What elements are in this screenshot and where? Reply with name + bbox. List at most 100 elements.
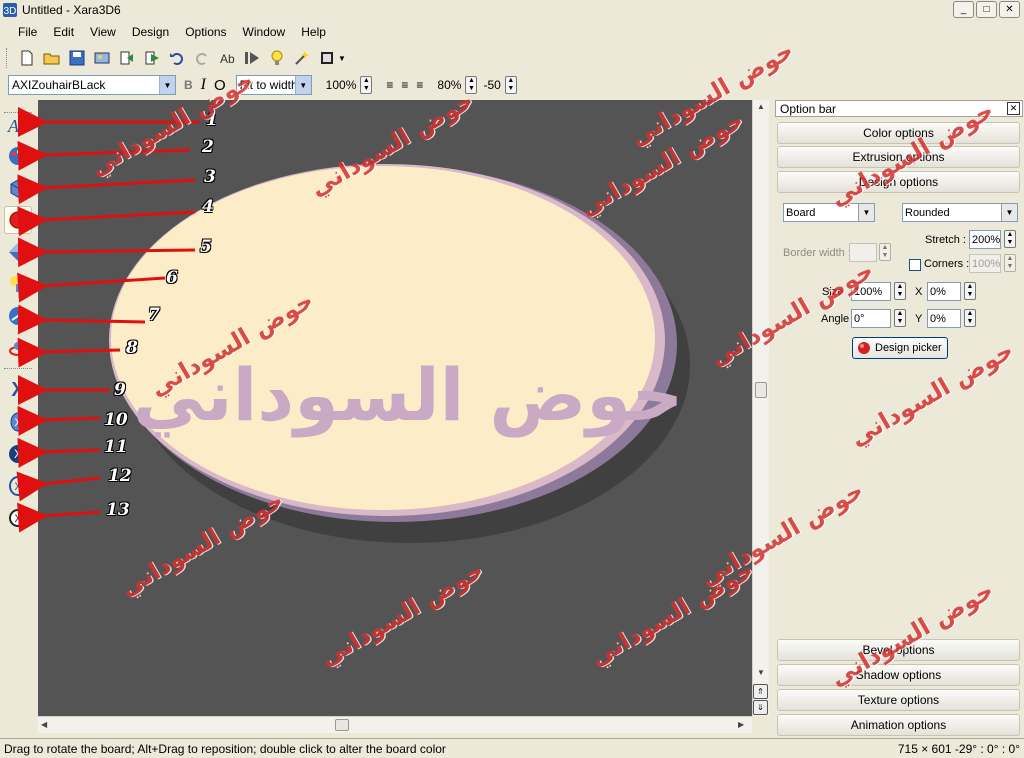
toolbar-grip[interactable] bbox=[6, 48, 9, 68]
menu-view[interactable]: View bbox=[82, 25, 124, 39]
corners-spinner[interactable]: ▲ ▼ bbox=[1004, 254, 1016, 272]
arrow-3 bbox=[17, 174, 196, 205]
angle-input[interactable]: 0° bbox=[851, 309, 891, 328]
minimize-button[interactable]: _ bbox=[953, 1, 974, 18]
magic-wand-button[interactable] bbox=[290, 47, 314, 69]
size-spinner[interactable]: ▲ ▼ bbox=[894, 282, 906, 300]
tab-color-options[interactable]: Color options bbox=[777, 122, 1020, 144]
horizontal-scroll-thumb[interactable] bbox=[335, 719, 349, 731]
option-bar-close-icon[interactable]: ✕ bbox=[1007, 102, 1020, 115]
border-width-spinner[interactable]: ▲ ▼ bbox=[879, 243, 891, 261]
tab-shadow-options[interactable]: Shadow options bbox=[777, 664, 1020, 686]
arrow-4 bbox=[17, 206, 196, 237]
title-bar: 3D Untitled - Xara3D6 _ □ ✕ bbox=[0, 0, 1024, 19]
status-bar: Drag to rotate the board; Alt+Drag to re… bbox=[0, 738, 1024, 758]
board-type-select[interactable]: Board ▼ bbox=[783, 203, 875, 222]
annotation-8: 8 bbox=[126, 338, 138, 358]
menu-file[interactable]: File bbox=[10, 25, 45, 39]
scroll-right-icon[interactable]: ▶ bbox=[738, 720, 744, 729]
outline-icon[interactable]: O bbox=[214, 77, 226, 94]
corner-type-value: Rounded bbox=[905, 206, 950, 219]
main-toolbar: Ab ▼ bbox=[0, 45, 1024, 71]
import-icon bbox=[120, 51, 133, 65]
tab-bevel-options[interactable]: Bevel options bbox=[777, 639, 1020, 661]
size-input[interactable]: 100% bbox=[851, 282, 891, 301]
horizontal-scrollbar[interactable]: ◀ ▶ bbox=[38, 716, 752, 733]
tab-animation-options[interactable]: Animation options bbox=[777, 714, 1020, 736]
import-button[interactable] bbox=[115, 47, 139, 69]
play-animation-button[interactable] bbox=[240, 47, 264, 69]
menu-window[interactable]: Window bbox=[235, 25, 294, 39]
save-button[interactable] bbox=[65, 47, 89, 69]
frame-icon bbox=[321, 52, 333, 64]
frame-dropdown-arrow[interactable]: ▼ bbox=[338, 54, 346, 63]
vertical-scrollbar[interactable]: ▲ ▼ bbox=[752, 100, 769, 716]
annotation-5: 5 bbox=[200, 237, 212, 257]
border-width-label: Border width : bbox=[783, 247, 851, 259]
menu-edit[interactable]: Edit bbox=[45, 25, 82, 39]
lightbulb-button[interactable] bbox=[265, 47, 289, 69]
zoom-spinner[interactable]: ▲ ▼ bbox=[360, 76, 373, 94]
close-button[interactable]: ✕ bbox=[999, 1, 1020, 18]
window-title: Untitled - Xara3D6 bbox=[22, 2, 121, 17]
fit-mode-select[interactable]: Fit to width ▼ bbox=[235, 75, 312, 95]
undo-button[interactable] bbox=[165, 47, 189, 69]
status-coordinates: 715 × 601 -29° : 0° : 0° bbox=[897, 741, 1020, 756]
design-picker-label: Design picker bbox=[875, 342, 942, 354]
y-label: Y bbox=[915, 313, 923, 325]
y-input[interactable]: 0% bbox=[927, 309, 961, 328]
border-width-input[interactable] bbox=[849, 243, 877, 262]
design-picker-button[interactable]: Design picker bbox=[852, 337, 948, 359]
x-label: X bbox=[915, 286, 923, 298]
export-animation-button[interactable] bbox=[140, 47, 164, 69]
scroll-up-icon[interactable]: ▲ bbox=[757, 102, 765, 111]
align-center-icon[interactable]: ≡ bbox=[401, 78, 408, 92]
y-spinner[interactable]: ▲ ▼ bbox=[964, 309, 976, 327]
redo-button[interactable] bbox=[190, 47, 214, 69]
annotation-3: 3 bbox=[204, 167, 216, 187]
x-spinner[interactable]: ▲ ▼ bbox=[964, 282, 976, 300]
annotation-9: 9 bbox=[114, 380, 126, 400]
char-spacing-spinner[interactable]: ▲ ▼ bbox=[504, 76, 517, 94]
rotate-button[interactable]: Ab bbox=[215, 47, 239, 69]
next-page-button[interactable]: ⇓ bbox=[753, 700, 768, 715]
arrow-12 bbox=[16, 471, 101, 502]
vertical-scroll-thumb[interactable] bbox=[755, 382, 767, 398]
corner-type-select[interactable]: Rounded ▼ bbox=[902, 203, 1018, 222]
font-select[interactable]: AXIZouhairBLack ▼ bbox=[8, 75, 176, 95]
rotate-icon: Ab bbox=[220, 52, 235, 66]
maximize-button[interactable]: □ bbox=[976, 1, 997, 18]
arrow-2 bbox=[17, 140, 191, 171]
chevron-down-icon: ▼ bbox=[159, 76, 175, 94]
italic-icon[interactable]: I bbox=[201, 76, 206, 94]
stretch-input[interactable]: 200% bbox=[969, 230, 1001, 249]
open-file-button[interactable] bbox=[40, 47, 64, 69]
tab-design-options[interactable]: Design options bbox=[777, 171, 1020, 193]
scroll-down-icon[interactable]: ▼ bbox=[757, 668, 765, 677]
export-button[interactable] bbox=[90, 47, 114, 69]
corners-input[interactable]: 100% bbox=[969, 254, 1001, 273]
frame-button[interactable] bbox=[315, 47, 339, 69]
tab-extrusion-options[interactable]: Extrusion options bbox=[777, 146, 1020, 168]
line-spacing-spinner[interactable]: ▲ ▼ bbox=[465, 76, 478, 94]
chevron-down-icon: ▼ bbox=[858, 204, 874, 221]
previous-page-button[interactable]: ⇑ bbox=[753, 684, 768, 699]
menu-design[interactable]: Design bbox=[124, 25, 177, 39]
save-icon bbox=[69, 50, 85, 66]
corners-checkbox[interactable] bbox=[909, 259, 921, 271]
stretch-spinner[interactable]: ▲ ▼ bbox=[1004, 230, 1016, 248]
align-right-icon[interactable]: ≡ bbox=[416, 78, 423, 92]
align-left-icon[interactable]: ≡ bbox=[386, 78, 393, 92]
new-file-button[interactable] bbox=[15, 47, 39, 69]
chevron-down-icon: ▼ bbox=[1001, 204, 1017, 221]
menu-help[interactable]: Help bbox=[293, 25, 334, 39]
scroll-left-icon[interactable]: ◀ bbox=[41, 720, 47, 729]
tab-texture-options[interactable]: Texture options bbox=[777, 689, 1020, 711]
bold-icon[interactable]: B bbox=[184, 78, 193, 92]
x-input[interactable]: 0% bbox=[927, 282, 961, 301]
arrow-8 bbox=[17, 337, 121, 368]
stretch-label: Stretch : bbox=[925, 234, 966, 246]
annotation-1: 1 bbox=[206, 110, 218, 130]
angle-spinner[interactable]: ▲ ▼ bbox=[894, 309, 906, 327]
menu-options[interactable]: Options bbox=[177, 25, 234, 39]
